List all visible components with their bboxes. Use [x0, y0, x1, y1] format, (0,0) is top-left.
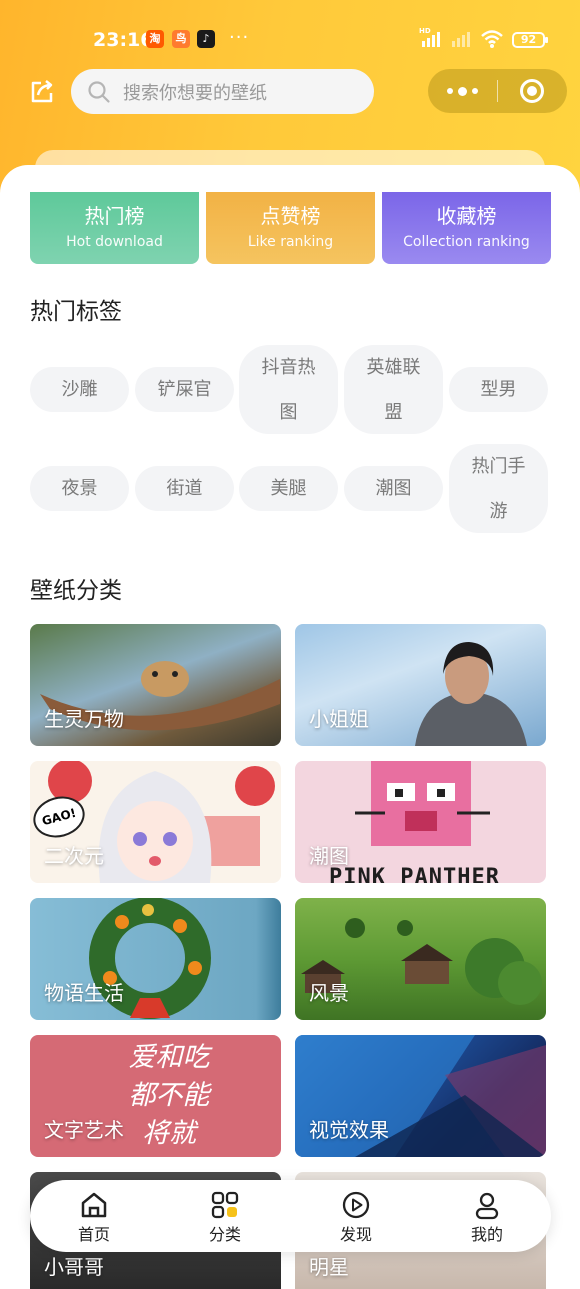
tag-chip[interactable]: 铲屎官: [135, 367, 234, 412]
search-input[interactable]: 搜索你想要的壁纸: [71, 69, 374, 114]
tag-chip[interactable]: 抖音热图: [239, 345, 338, 434]
status-bar: 23:16 淘 鸟 ♪ ··· HD 92: [0, 0, 580, 80]
hot-download-card[interactable]: 热门榜 Hot download: [30, 192, 199, 264]
handwritten-text: 爱和吃 都不能 将就: [128, 1042, 210, 1149]
search-placeholder: 搜索你想要的壁纸: [123, 82, 267, 104]
tag-chip[interactable]: 热门手游: [449, 444, 548, 533]
hot-tags-title: 热门标签: [30, 299, 122, 325]
search-icon: [88, 80, 110, 103]
more-dots-icon[interactable]: [428, 69, 497, 113]
category-label: 潮图: [309, 844, 349, 868]
tag-chip[interactable]: 沙雕: [30, 367, 129, 412]
category-card-visual[interactable]: 视觉效果: [295, 1035, 546, 1157]
signal-2-icon: [452, 31, 470, 47]
category-card-text-art[interactable]: 爱和吃 都不能 将就 文字艺术: [30, 1035, 281, 1157]
ranking-subtitle: Like ranking: [247, 234, 334, 250]
category-card-girls[interactable]: 小姐姐: [295, 624, 546, 746]
wifi-icon: [481, 30, 503, 48]
grid-icon: [211, 1191, 239, 1219]
categories-title: 壁纸分类: [30, 578, 122, 604]
collection-ranking-card[interactable]: 收藏榜 Collection ranking: [382, 192, 551, 264]
miniapp-close-icon[interactable]: [520, 79, 544, 103]
category-label: 文字艺术: [44, 1118, 124, 1142]
ranking-title: 点赞榜: [260, 204, 321, 228]
play-circle-icon: [342, 1191, 370, 1219]
nav-home[interactable]: 首页: [54, 1190, 134, 1245]
category-label: 视觉效果: [309, 1118, 389, 1142]
status-more-indicator: ···: [229, 27, 250, 48]
home-icon: [81, 1192, 107, 1218]
capsule-divider: [497, 80, 498, 102]
category-card-animals[interactable]: 生灵万物: [30, 624, 281, 746]
category-card-trendy[interactable]: PINK PANTHER 潮图: [295, 761, 546, 883]
tag-chip[interactable]: 街道: [135, 466, 234, 511]
nav-profile[interactable]: 我的: [447, 1190, 527, 1245]
speech-bubble-text: GAO!: [40, 805, 78, 829]
ranking-subtitle: Collection ranking: [403, 234, 530, 250]
pink-panther-text: PINK PANTHER: [329, 865, 500, 883]
tiktok-app-icon: ♪: [197, 30, 215, 48]
tag-chip[interactable]: 夜景: [30, 466, 129, 511]
user-icon: [475, 1192, 499, 1220]
category-card-scenery[interactable]: 风景: [295, 898, 546, 1020]
tag-chip[interactable]: 英雄联盟: [344, 345, 443, 434]
nav-discover[interactable]: 发现: [316, 1190, 396, 1245]
bottom-navigation: 首页 分类 发现 我的: [30, 1180, 551, 1252]
nav-label: 发现: [339, 1225, 372, 1244]
category-label: 生灵万物: [44, 707, 124, 731]
taobao-app-icon: 淘: [146, 30, 164, 48]
ranking-title: 收藏榜: [436, 204, 497, 228]
tag-chip[interactable]: 美腿: [239, 466, 338, 511]
category-card-anime[interactable]: GAO! 二次元: [30, 761, 281, 883]
status-time: 23:16: [93, 29, 154, 51]
signal-icon: [422, 31, 440, 47]
like-ranking-card[interactable]: 点赞榜 Like ranking: [206, 192, 375, 264]
category-label: 小哥哥: [44, 1255, 104, 1279]
ranking-row: 热门榜 Hot download 点赞榜 Like ranking 收藏榜 Co…: [30, 192, 551, 264]
battery-indicator: 92: [512, 32, 548, 48]
nav-label: 我的: [470, 1225, 503, 1244]
category-label: 明星: [309, 1255, 349, 1279]
tag-chip[interactable]: 潮图: [344, 466, 443, 511]
category-label: 物语生活: [44, 981, 124, 1005]
category-card-lifestyle[interactable]: 物语生活: [30, 898, 281, 1020]
nav-category[interactable]: 分类: [185, 1190, 265, 1245]
ranking-subtitle: Hot download: [66, 234, 163, 250]
miniapp-capsule: [428, 69, 567, 113]
tag-chip[interactable]: 型男: [449, 367, 548, 412]
category-label: 小姐姐: [309, 707, 369, 731]
category-label: 二次元: [44, 844, 104, 868]
category-label: 风景: [309, 981, 349, 1005]
ranking-title: 热门榜: [84, 204, 145, 228]
nav-label: 分类: [208, 1225, 241, 1244]
nav-label: 首页: [77, 1225, 110, 1244]
bird-app-icon: 鸟: [172, 30, 190, 48]
share-icon[interactable]: [28, 78, 56, 106]
